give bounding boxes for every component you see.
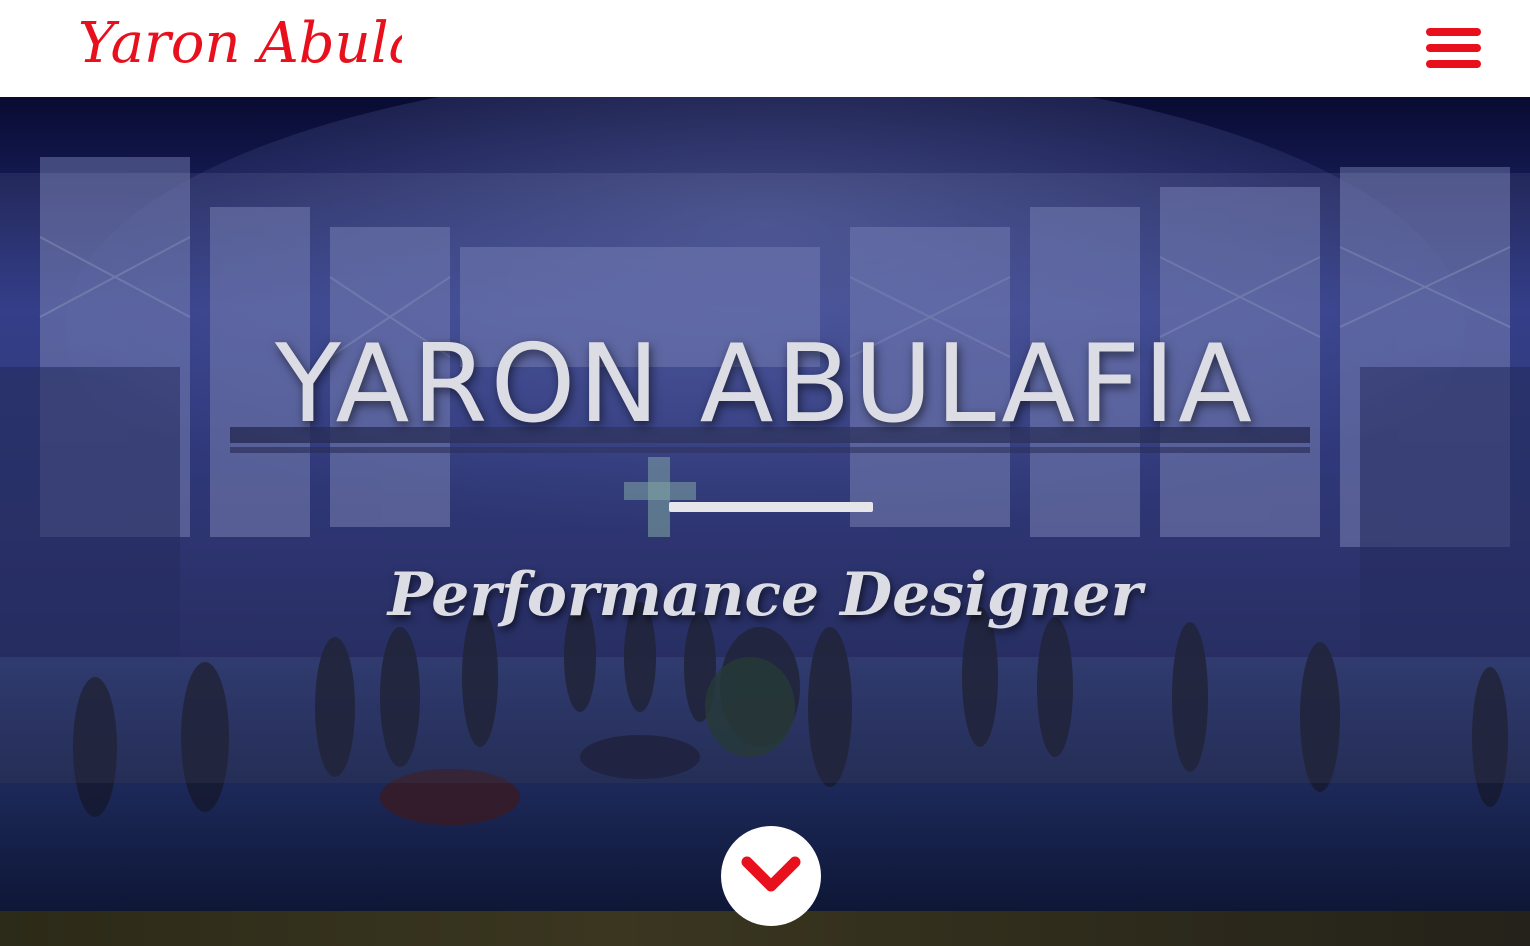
menu-bar-bottom (1426, 60, 1481, 68)
hero-section: YARON ABULAFIA Performance Designer (0, 97, 1530, 946)
logo-signature: Yaron Abulafia (78, 11, 493, 76)
logo-text: Yaron Abulafia (78, 11, 402, 76)
hero-text-overlay (0, 173, 1530, 783)
menu-bar-top (1426, 28, 1481, 36)
hero-title: YARON ABULAFIA (274, 322, 1256, 447)
menu-bar-middle (1426, 44, 1481, 52)
hero-divider (669, 502, 873, 512)
scroll-down-button[interactable] (721, 826, 821, 926)
site-header: Yaron Abulafia (0, 0, 1530, 97)
site-logo[interactable]: Yaron Abulafia (72, 0, 493, 95)
chevron-down-icon (741, 856, 801, 892)
hamburger-menu-icon[interactable] (1422, 24, 1486, 72)
hero-top-shade (0, 97, 1530, 173)
hero-subtitle: Performance Designer (387, 560, 1143, 630)
